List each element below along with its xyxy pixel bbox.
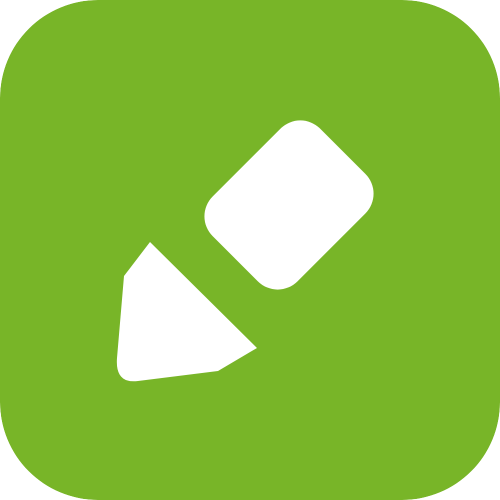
app-icon-graphic: [0, 0, 500, 500]
app-icon[interactable]: [0, 0, 500, 500]
